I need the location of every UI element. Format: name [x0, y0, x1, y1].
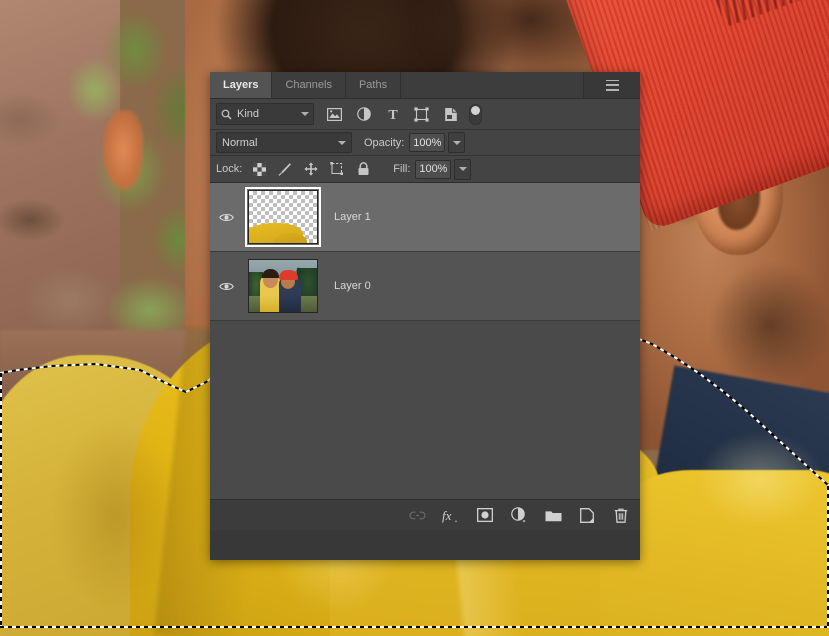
opacity-stepper-button[interactable]: [448, 132, 466, 153]
smart-object-filter-icon[interactable]: [442, 106, 459, 123]
new-page-icon: [580, 507, 594, 523]
adjustment-layer-filter-icon[interactable]: [355, 106, 372, 123]
table-row[interactable]: Layer 0: [210, 252, 640, 321]
layer-name[interactable]: Layer 1: [324, 211, 640, 223]
tab-channels[interactable]: Channels: [272, 72, 346, 98]
lock-all-icon[interactable]: [355, 161, 371, 177]
raincoat-shadow: [40, 400, 190, 630]
table-row[interactable]: Layer 1: [210, 183, 640, 252]
eye-icon: [218, 282, 234, 290]
filter-kind-dropdown[interactable]: Kind: [216, 103, 314, 125]
eye-icon: [218, 213, 234, 221]
lock-position-icon[interactable]: [303, 161, 319, 177]
opacity-label: Opacity:: [364, 136, 405, 149]
layer-name[interactable]: Layer 0: [324, 280, 640, 292]
svg-text:fx: fx: [442, 508, 452, 523]
blend-mode-dropdown[interactable]: Normal: [216, 132, 352, 153]
search-icon: [221, 109, 232, 120]
layer-visibility-toggle[interactable]: [210, 212, 242, 223]
new-group-button[interactable]: [544, 506, 562, 524]
lock-buttons: [251, 161, 371, 177]
layer-thumbnail-cell[interactable]: [242, 187, 324, 247]
new-fill-adjustment-layer-button[interactable]: [510, 506, 528, 524]
fill-input[interactable]: 100%: [415, 159, 452, 179]
thumbnail-hair-left: [262, 269, 279, 278]
link-layers-button[interactable]: [408, 506, 426, 524]
shape-layer-filter-icon[interactable]: [413, 106, 430, 123]
lock-artboard-nesting-icon[interactable]: [329, 161, 345, 177]
folder-icon: [545, 510, 561, 521]
panel-tab-bar: Layers Channels Paths: [210, 72, 640, 99]
blend-mode-value: Normal: [222, 136, 258, 149]
panel-menu-area: [584, 72, 640, 98]
add-layer-style-button[interactable]: fx: [442, 506, 460, 524]
lock-row: Lock: Fill: 100%: [210, 156, 640, 183]
layer-thumbnail: [245, 187, 321, 247]
trash-icon: [614, 508, 628, 523]
type-layer-filter-icon[interactable]: T: [384, 106, 401, 123]
thumbnail-red-hat: [279, 270, 298, 280]
fill-stepper-button[interactable]: [454, 158, 472, 180]
opacity-input[interactable]: 100%: [409, 133, 446, 152]
tab-bar-filler: [401, 72, 584, 98]
layer-thumbnail-cell[interactable]: [242, 259, 324, 313]
raincoat-shoulder-highlight: [690, 420, 829, 540]
tab-paths-label: Paths: [358, 79, 388, 91]
chevron-down-icon: [301, 112, 309, 116]
layer-filter-row: Kind T: [210, 99, 640, 130]
filter-kind-label: Kind: [237, 108, 260, 120]
link-icon: [408, 511, 426, 519]
add-layer-mask-button[interactable]: [476, 506, 494, 524]
tab-channels-label: Channels: [285, 79, 332, 91]
layers-panel-bottom-toolbar: fx: [210, 499, 640, 530]
blend-mode-row: Normal Opacity: 100%: [210, 130, 640, 156]
tab-layers-label: Layers: [223, 79, 259, 91]
layers-panel: Layers Channels Paths Kind T Normal Opac…: [210, 72, 640, 560]
left-ear-region: [103, 110, 143, 190]
filter-enable-toggle[interactable]: [469, 103, 482, 125]
new-layer-button[interactable]: [578, 506, 596, 524]
fill-label: Fill:: [393, 163, 411, 175]
chevron-down-icon: [452, 140, 461, 145]
tab-layers[interactable]: Layers: [210, 72, 273, 98]
lock-transparent-pixels-icon[interactable]: [251, 161, 267, 177]
lock-label: Lock:: [216, 163, 243, 175]
half-circle-icon: [511, 507, 526, 523]
hamburger-menu-icon[interactable]: [605, 79, 619, 91]
svg-text:T: T: [388, 108, 398, 121]
filter-type-icons: T: [326, 106, 459, 123]
lock-image-pixels-icon[interactable]: [277, 161, 293, 177]
mask-icon: [477, 508, 493, 522]
pixel-layer-filter-icon[interactable]: [326, 106, 343, 123]
fx-icon: fx: [442, 508, 457, 523]
thumbnail-raincoat-shape-2: [273, 233, 307, 243]
layer-list[interactable]: Layer 1 Layer 0: [210, 183, 640, 499]
tab-paths[interactable]: Paths: [345, 72, 402, 98]
chevron-down-icon: [458, 167, 467, 171]
layer-visibility-toggle[interactable]: [210, 281, 242, 292]
chevron-down-icon: [338, 140, 346, 145]
layer-thumbnail: [248, 259, 318, 313]
delete-layer-button[interactable]: [612, 506, 630, 524]
